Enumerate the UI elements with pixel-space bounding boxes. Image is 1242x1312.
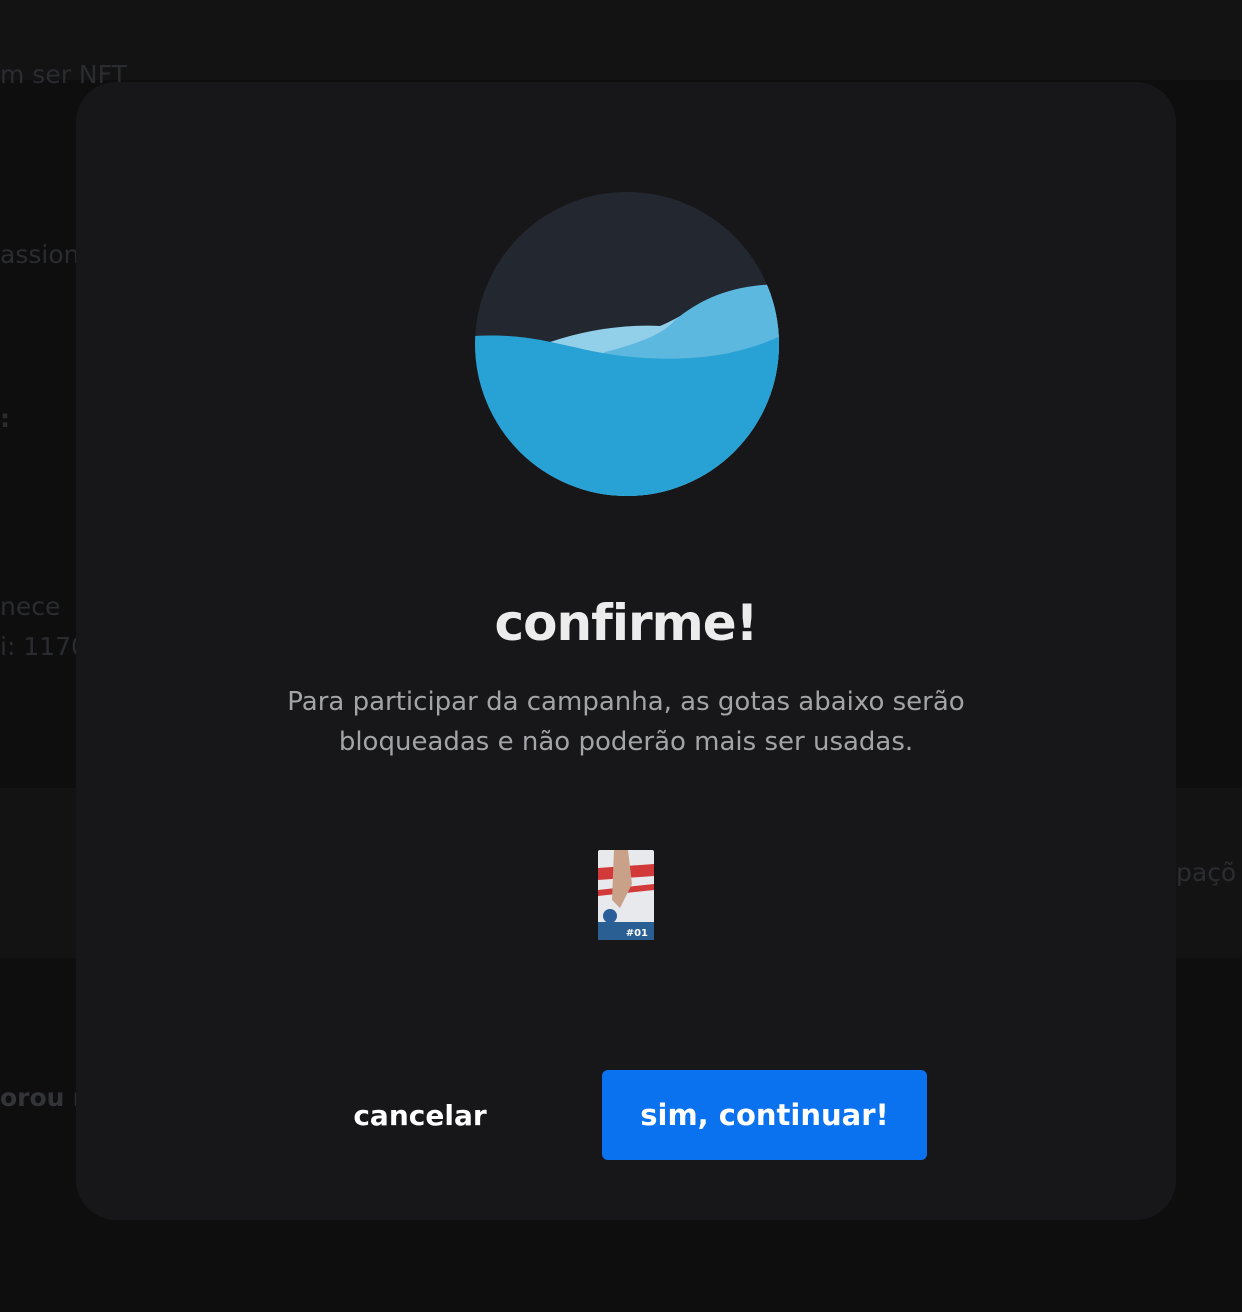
confirm-modal: confirme! Para participar da campanha, a… xyxy=(76,82,1176,1220)
backdrop-text: nece xyxy=(0,592,61,621)
confirm-button[interactable]: sim, continuar! xyxy=(602,1070,927,1160)
cancel-button[interactable]: cancelar xyxy=(320,1070,520,1160)
water-drop-logo-icon xyxy=(475,192,779,496)
collectible-card-icon: #01 xyxy=(598,850,654,940)
card-number: #01 xyxy=(626,928,648,939)
modal-description: Para participar da campanha, as gotas ab… xyxy=(287,687,965,757)
modal-title: confirme! xyxy=(494,594,759,652)
backdrop-text: : xyxy=(0,404,10,433)
backdrop-text: assion xyxy=(0,240,80,269)
backdrop-text: paçõ xyxy=(1176,858,1237,887)
backdrop-text-bold: orou xyxy=(0,1083,65,1112)
backdrop-band xyxy=(0,0,1242,80)
